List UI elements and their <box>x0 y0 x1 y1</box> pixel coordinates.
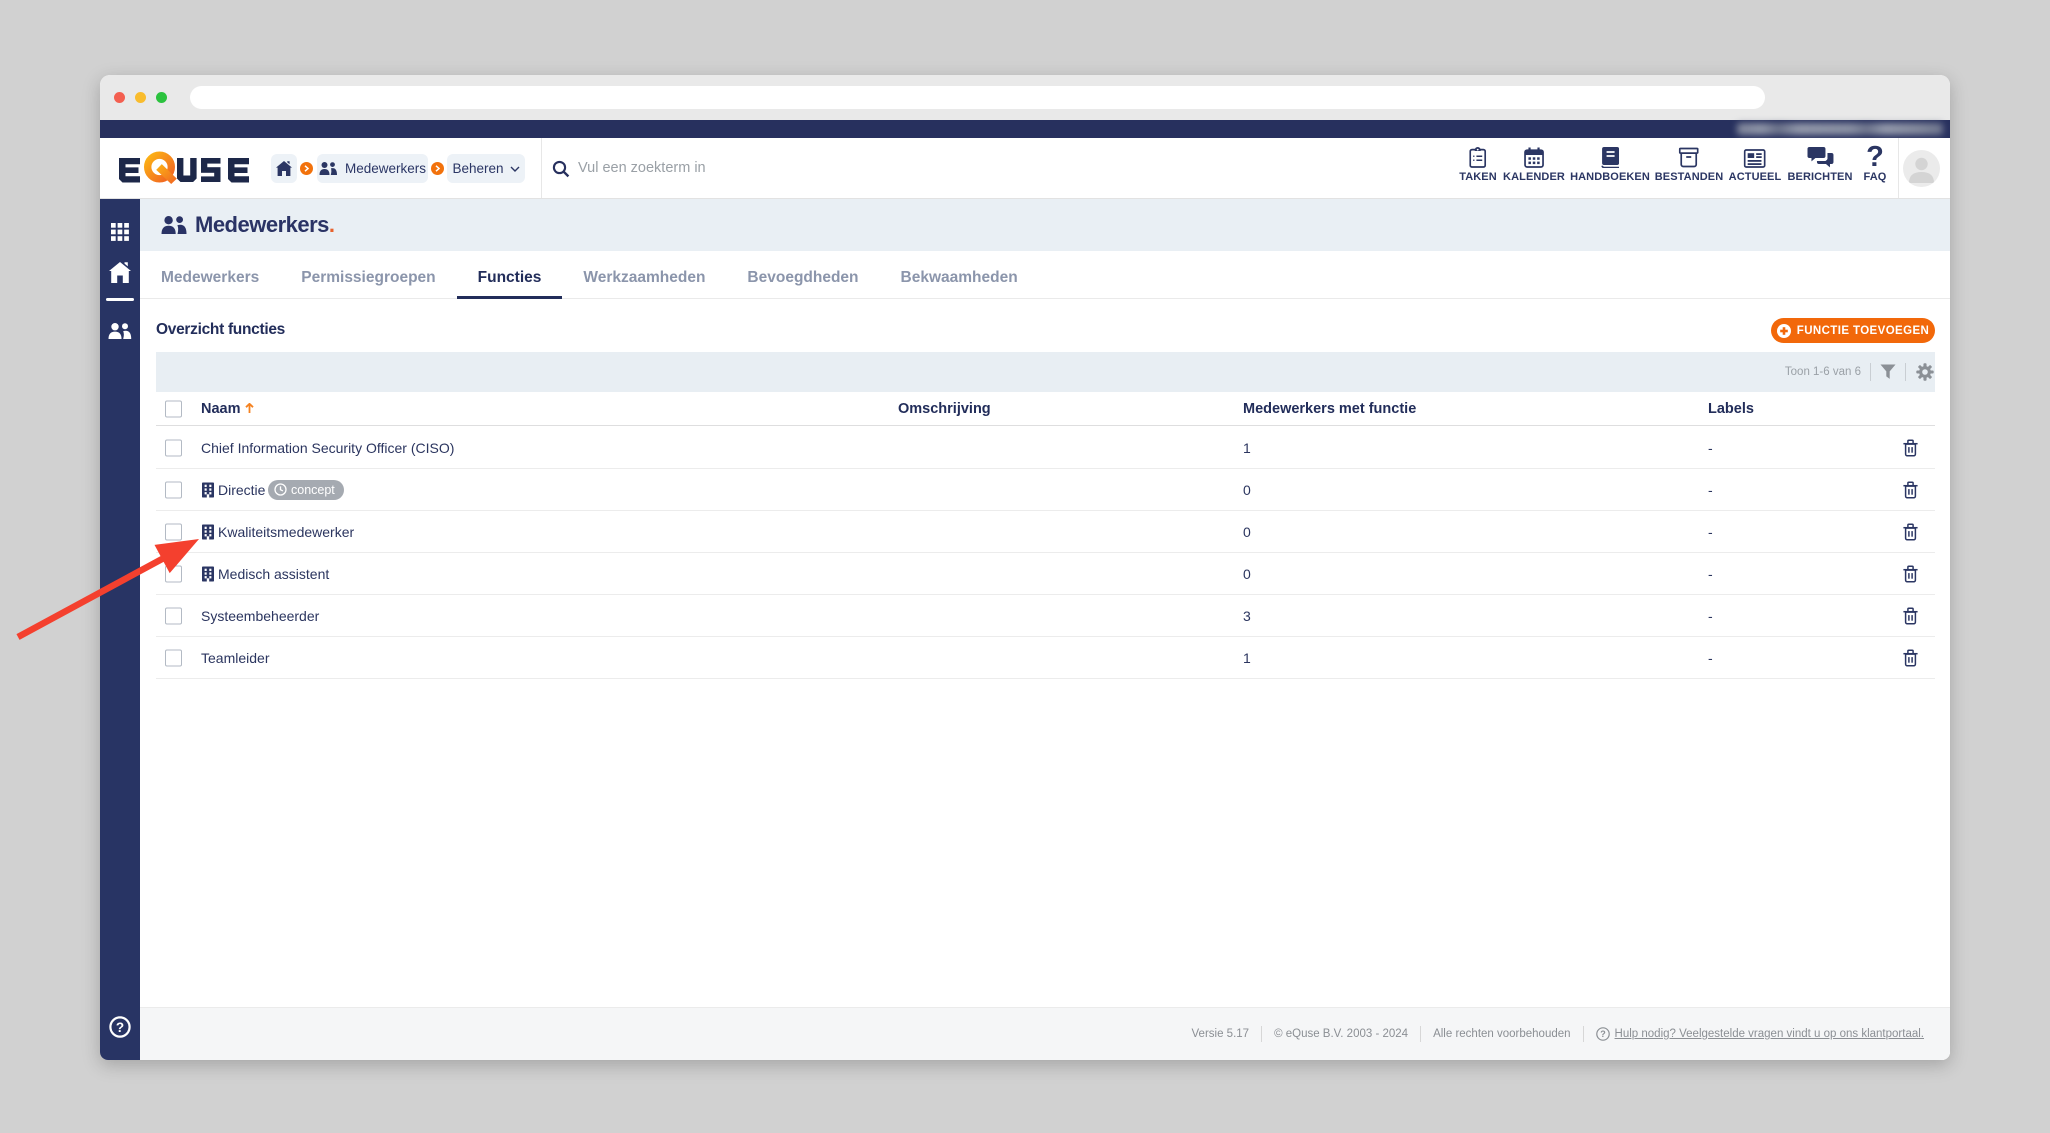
svg-text:?: ? <box>116 1020 124 1035</box>
svg-text:?: ? <box>1600 1029 1606 1039</box>
